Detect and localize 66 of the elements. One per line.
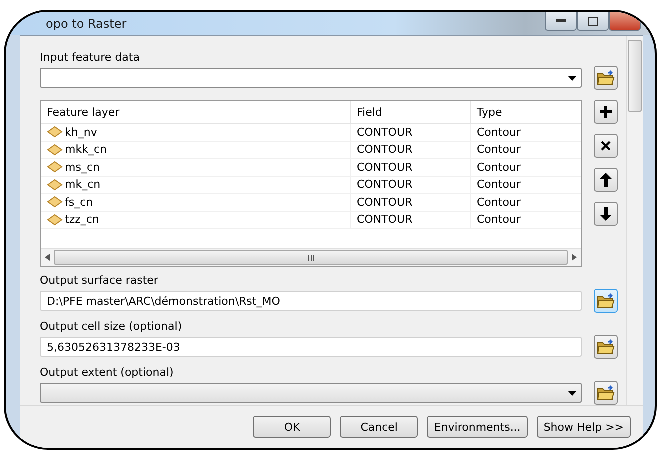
table-cell: mk_cn <box>41 176 351 194</box>
field-label: Output extent (optional) <box>40 366 175 379</box>
table-cell: Contour <box>471 194 581 212</box>
polyline-layer-icon <box>47 161 63 174</box>
grip-icon <box>308 254 314 260</box>
folder-icon <box>597 339 615 355</box>
browse-button[interactable] <box>594 66 618 90</box>
field-label: Input feature data <box>40 51 141 64</box>
polyline-layer-icon <box>47 214 63 226</box>
plus-icon <box>599 105 613 119</box>
arrow-down-icon <box>600 207 612 221</box>
dialog-button[interactable]: Show Help >> <box>536 416 631 438</box>
table-cell: Contour <box>471 124 581 142</box>
polyline-layer-icon <box>47 144 63 156</box>
table-cell: CONTOUR <box>351 142 471 159</box>
dropdown-caret-icon <box>568 76 577 80</box>
table-cell: CONTOUR <box>351 124 471 142</box>
minimize-icon <box>556 19 566 23</box>
table-cell: kh_nv <box>41 124 351 142</box>
table-cell: Contour <box>471 212 581 229</box>
table-cell: CONTOUR <box>351 176 471 194</box>
window-title: opo to Raster <box>46 16 127 30</box>
table-cell: fs_cn <box>41 194 351 212</box>
maximize-icon <box>588 16 598 26</box>
table-cell: Contour <box>471 142 581 159</box>
column-header[interactable]: Field <box>351 101 471 124</box>
scroll-right-icon[interactable] <box>572 254 577 261</box>
maximize-button[interactable] <box>577 12 609 31</box>
close-icon <box>601 141 611 151</box>
scroll-left-icon[interactable] <box>45 254 50 261</box>
arrow-up-icon <box>600 173 612 187</box>
dropdown-caret-icon <box>568 390 577 396</box>
column-header[interactable]: Feature layer <box>41 101 351 124</box>
table-cell: ms_cn <box>41 159 351 176</box>
folder-icon <box>597 293 615 309</box>
table-cell: CONTOUR <box>351 159 471 176</box>
table-cell: CONTOUR <box>351 212 471 229</box>
table-cell: mkk_cn <box>41 142 351 159</box>
table-cell: Contour <box>471 159 581 176</box>
field-label: Output surface raster <box>40 274 160 287</box>
input-field[interactable]: D:\PFE master\ARC\démonstration\Rst_MO <box>40 291 582 311</box>
folder-icon <box>597 70 615 86</box>
vertical-scrollbar[interactable] <box>626 36 643 405</box>
table-cell: tzz_cn <box>41 212 351 229</box>
polyline-layer-icon <box>47 126 63 138</box>
input-field[interactable]: 5,63052631378233E-03 <box>40 337 582 357</box>
minimize-button[interactable] <box>545 12 577 31</box>
remove-button[interactable] <box>594 134 618 158</box>
table-cell: Contour <box>471 176 581 194</box>
polyline-layer-icon <box>47 178 63 191</box>
move-up-button[interactable] <box>594 168 618 192</box>
folder-icon <box>597 385 615 401</box>
dialog-button[interactable]: Environments... <box>427 416 528 438</box>
dialog-button[interactable]: Cancel <box>340 416 418 438</box>
dialog-button[interactable]: OK <box>253 416 332 438</box>
browse-button[interactable] <box>594 289 618 313</box>
add-button[interactable] <box>594 100 618 124</box>
field-label: Output cell size (optional) <box>40 320 184 333</box>
column-header[interactable]: Type <box>471 101 581 124</box>
move-down-button[interactable] <box>594 202 618 226</box>
browse-button[interactable] <box>594 335 618 359</box>
table-cell: CONTOUR <box>351 194 471 212</box>
horizontal-scrollbar[interactable] <box>41 248 581 266</box>
dropdown-field[interactable] <box>40 68 582 88</box>
close-button[interactable] <box>609 12 641 31</box>
polyline-layer-icon <box>47 196 63 208</box>
